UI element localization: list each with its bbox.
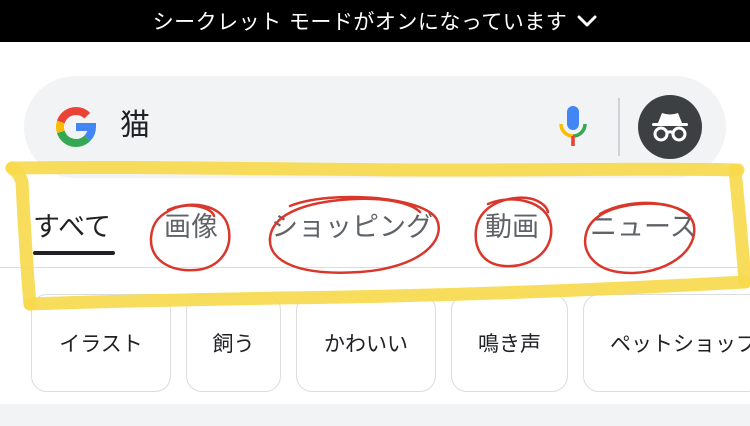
google-g-icon [52, 103, 100, 151]
chip-meow[interactable]: 鳴き声 [451, 294, 568, 392]
incognito-icon[interactable] [638, 95, 702, 159]
chip-cute[interactable]: かわいい [296, 294, 436, 392]
suggestion-chips: イラスト 飼う かわいい 鳴き声 ペットショップ [0, 294, 750, 394]
chevron-down-icon[interactable] [577, 14, 597, 28]
incognito-banner-text: シークレット モードがオンになっています [152, 10, 568, 34]
incognito-banner[interactable]: シークレット モードがオンになっています [0, 0, 750, 42]
active-tab-indicator [33, 251, 115, 255]
tab-videos[interactable]: 動画 [485, 210, 539, 246]
search-tabs: すべて 画像 ショッピング 動画 ニュース [0, 200, 750, 266]
tab-shopping[interactable]: ショッピング [271, 210, 433, 246]
search-query[interactable]: 猫 [120, 106, 150, 146]
search-divider [618, 98, 620, 156]
tab-images[interactable]: 画像 [164, 210, 218, 246]
chip-pet-shop[interactable]: ペットショップ [583, 294, 750, 392]
tab-all[interactable]: すべて [33, 210, 111, 246]
microphone-icon[interactable] [556, 102, 590, 152]
tabs-border [0, 267, 750, 268]
chip-illust[interactable]: イラスト [31, 294, 171, 392]
chip-keep[interactable]: 飼う [186, 294, 281, 392]
search-bar[interactable]: 猫 [24, 76, 726, 178]
tab-news[interactable]: ニュース [590, 210, 697, 246]
results-divider-strip [0, 404, 750, 426]
